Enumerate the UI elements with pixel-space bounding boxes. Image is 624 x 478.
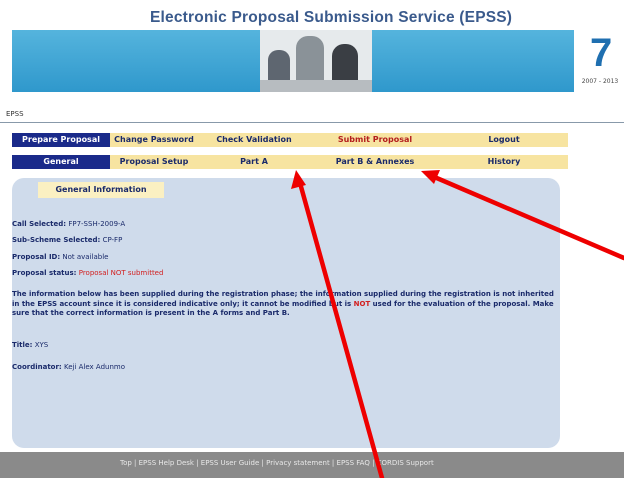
banner-photo: [260, 30, 372, 92]
fp7-logo: 7 2007 - 2013: [576, 30, 624, 92]
footer: Top | EPSS Help Desk | EPSS User Guide |…: [0, 452, 624, 478]
general-information-panel: General Information Call Selected: FP7-S…: [12, 178, 560, 448]
tab-submit-proposal[interactable]: Submit Proposal: [310, 133, 440, 147]
title-label: Title:: [12, 341, 33, 349]
footer-link-faq[interactable]: EPSS FAQ: [337, 459, 370, 467]
tab-part-b-annexes[interactable]: Part B & Annexes: [310, 155, 440, 169]
breadcrumb: EPSS: [6, 110, 24, 118]
footer-link-top[interactable]: Top: [120, 459, 132, 467]
footer-link-cordis-support[interactable]: CORDIS Support: [377, 459, 434, 467]
fp7-years: 2007 - 2013: [581, 78, 619, 85]
footer-link-privacy[interactable]: Privacy statement: [266, 459, 330, 467]
tab-check-validation[interactable]: Check Validation: [198, 133, 310, 147]
proposal-status-value: Proposal NOT submitted: [78, 269, 164, 277]
tab-prepare-proposal[interactable]: Prepare Proposal: [12, 133, 110, 147]
tab-change-password[interactable]: Change Password: [110, 133, 198, 147]
tab-history[interactable]: History: [440, 155, 568, 169]
call-label: Call Selected:: [12, 220, 67, 228]
footer-links: Top | EPSS Help Desk | EPSS User Guide |…: [120, 459, 434, 467]
coordinator-row: Coordinator: Keji Alex Adunmo: [12, 363, 125, 371]
tab-part-a[interactable]: Part A: [198, 155, 310, 169]
proposal-id-row: Proposal ID: Not available: [12, 253, 108, 261]
proposal-id-value: Not available: [62, 253, 109, 261]
site-title: Electronic Proposal Submission Service (…: [150, 9, 513, 26]
header-banner: [12, 30, 574, 92]
coordinator-label: Coordinator:: [12, 363, 62, 371]
tab-proposal-setup[interactable]: Proposal Setup: [110, 155, 198, 169]
proposal-id-label: Proposal ID:: [12, 253, 61, 261]
subscheme-row: Sub-Scheme Selected: CP-FP: [12, 236, 122, 244]
call-value: FP7-SSH-2009-A: [68, 220, 126, 228]
registration-notice: The information below has been supplied …: [12, 290, 558, 319]
footer-link-help-desk[interactable]: EPSS Help Desk: [139, 459, 194, 467]
footer-link-user-guide[interactable]: EPSS User Guide: [201, 459, 260, 467]
subscheme-value: CP-FP: [102, 236, 123, 244]
call-selected-row: Call Selected: FP7-SSH-2009-A: [12, 220, 125, 228]
fp7-seven-icon: 7: [590, 31, 613, 75]
title-row: Title: XYS: [12, 341, 48, 349]
tab-logout[interactable]: Logout: [440, 133, 568, 147]
coordinator-value: Keji Alex Adunmo: [63, 363, 125, 371]
title-value: XYS: [34, 341, 49, 349]
notice-not: NOT: [353, 299, 371, 308]
subtab-general-information[interactable]: General Information: [38, 182, 164, 198]
subscheme-label: Sub-Scheme Selected:: [12, 236, 101, 244]
proposal-status-row: Proposal status: Proposal NOT submitted: [12, 269, 163, 277]
tab-general[interactable]: General: [12, 155, 110, 169]
divider: [0, 122, 624, 123]
proposal-status-label: Proposal status:: [12, 269, 77, 277]
